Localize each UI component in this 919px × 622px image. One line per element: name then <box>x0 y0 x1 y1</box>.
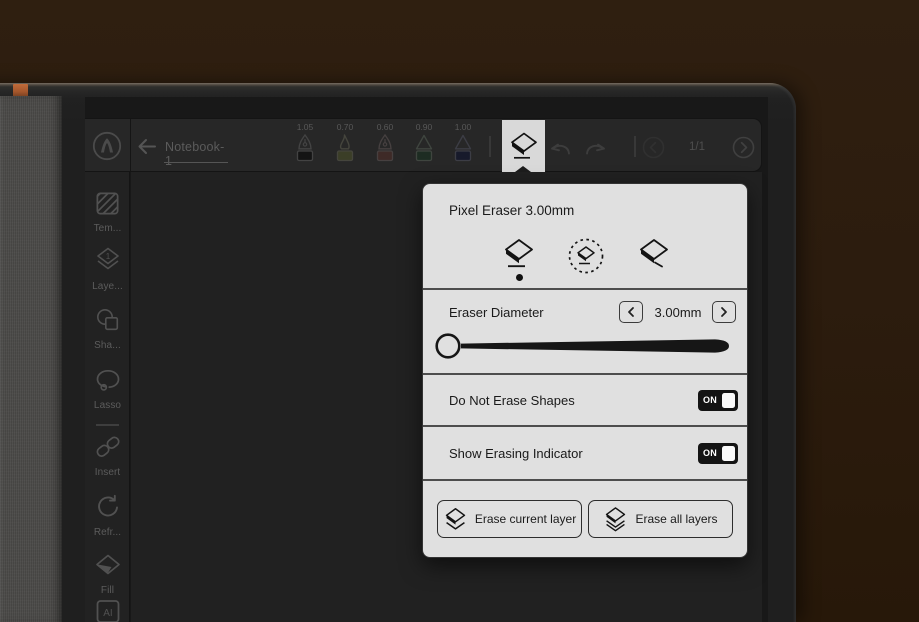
sidebar-item-label: Fill <box>85 585 130 596</box>
undo-button[interactable] <box>547 136 574 163</box>
panel-header: Pixel Eraser 3.00mm <box>449 203 574 218</box>
notebook-title[interactable]: Notebook-1 <box>165 140 229 168</box>
pen-tool-2[interactable]: 0.70 <box>328 122 362 170</box>
folio-spine <box>0 96 62 622</box>
insert-link-icon <box>94 433 122 461</box>
mode-region-eraser[interactable] <box>564 236 608 280</box>
template-icon <box>94 190 121 217</box>
sidebar-item-template[interactable]: Tem... <box>85 190 130 234</box>
sidebar-item-lasso[interactable]: Lasso <box>85 366 130 411</box>
pen-size-label: 1.05 <box>288 122 322 133</box>
svg-text:AI: AI <box>103 608 112 619</box>
fill-icon <box>94 553 122 579</box>
diameter-value: 3.00mm <box>645 305 711 320</box>
sidebar-item-label: Laye... <box>85 281 130 292</box>
shapes-icon <box>94 306 122 334</box>
sidebar-item-label: Insert <box>85 467 130 478</box>
photo-of-eink-tablet: Notebook-1 1.05 0.70 <box>0 0 919 622</box>
toggle-label: Do Not Erase Shapes <box>449 393 575 408</box>
toggle-knob <box>722 446 735 461</box>
eraser-diameter-section: Eraser Diameter 3.00mm <box>423 288 747 373</box>
show-erasing-indicator-row: Show Erasing Indicator ON <box>423 425 747 479</box>
pen-tool-4[interactable]: 0.90 <box>407 122 441 170</box>
show-erasing-indicator-toggle[interactable]: ON <box>698 443 738 464</box>
lasso-icon <box>94 366 122 394</box>
next-page-button[interactable] <box>732 136 755 164</box>
sidebar-item-layers[interactable]: 1 Laye... <box>85 246 130 292</box>
sidebar-item-shapes[interactable]: Sha... <box>85 306 130 351</box>
top-toolbar: Notebook-1 1.05 0.70 <box>85 118 762 172</box>
pixel-eraser-icon <box>502 236 536 272</box>
eraser-icon <box>509 130 539 162</box>
sidebar-item-refresh[interactable]: Refr... <box>85 493 130 538</box>
sidebar-item-label: Sha... <box>85 340 130 351</box>
erase-current-layer-button[interactable]: Erase current layer <box>437 500 582 538</box>
toggle-state: ON <box>703 395 717 405</box>
sidebar-divider <box>96 424 119 426</box>
toolbar-divider <box>130 119 131 171</box>
svg-text:1: 1 <box>105 252 110 261</box>
layer-actions-section: Erase current layer Erase all layers <box>423 479 747 557</box>
sidebar-item-insert[interactable]: Insert <box>85 433 130 478</box>
diameter-increase-button[interactable] <box>712 301 736 323</box>
layers-icon: 1 <box>94 246 122 275</box>
selected-mode-dot <box>516 274 523 281</box>
do-not-erase-shapes-toggle[interactable]: ON <box>698 390 738 411</box>
sidebar-item-label: Lasso <box>85 400 130 411</box>
diameter-label: Eraser Diameter <box>449 305 544 320</box>
eraser-mode-section: Pixel Eraser 3.00mm <box>423 184 747 288</box>
eraser-tool-selected[interactable] <box>502 120 545 172</box>
region-eraser-icon <box>566 236 606 276</box>
erase-current-layer-icon <box>443 506 468 533</box>
slider-track <box>461 339 729 352</box>
ai-icon: AI <box>94 599 122 622</box>
sidebar-item-ai[interactable]: AI <box>85 599 130 622</box>
toggle-state: ON <box>703 448 717 458</box>
toggle-knob <box>722 393 735 408</box>
slider-handle <box>437 335 460 358</box>
pen-size-label: 0.90 <box>407 122 441 133</box>
mode-stroke-eraser[interactable] <box>632 236 676 280</box>
button-label: Erase all layers <box>635 512 717 526</box>
brand-a-logo[interactable] <box>90 129 124 163</box>
sidebar-item-fill[interactable]: Fill <box>85 553 130 596</box>
eraser-settings-panel: Pixel Eraser 3.00mm <box>422 183 748 558</box>
sidebar-item-label: Refr... <box>85 527 130 538</box>
erase-all-layers-button[interactable]: Erase all layers <box>588 500 733 538</box>
toolbar-separator <box>489 136 491 157</box>
redo-button[interactable] <box>582 136 609 163</box>
pen-tool-5[interactable]: 1.00 <box>446 122 480 170</box>
pen-tool-1[interactable]: 1.05 <box>288 122 322 170</box>
pen-size-label: 0.70 <box>328 122 362 133</box>
pen-tool-3[interactable]: 0.60 <box>368 122 402 170</box>
diameter-slider[interactable] <box>433 330 739 367</box>
eink-screen: Notebook-1 1.05 0.70 <box>85 97 768 622</box>
back-button[interactable] <box>135 136 159 157</box>
toggle-label: Show Erasing Indicator <box>449 446 583 461</box>
erase-all-layers-icon <box>603 506 628 533</box>
title-underline <box>164 162 228 163</box>
page-indicator: 1/1 <box>677 141 717 153</box>
pen-size-label: 0.60 <box>368 122 402 133</box>
toolbar-separator <box>634 136 636 157</box>
do-not-erase-shapes-row: Do Not Erase Shapes ON <box>423 373 747 425</box>
prev-page-button[interactable] <box>642 136 665 164</box>
stroke-eraser-icon <box>637 236 671 272</box>
tablet-device-frame: Notebook-1 1.05 0.70 <box>0 83 796 622</box>
tool-sidebar: Tem... 1 Laye... Sha... <box>85 172 130 622</box>
button-label: Erase current layer <box>475 512 576 526</box>
sidebar-item-label: Tem... <box>85 223 130 234</box>
refresh-icon <box>94 493 122 521</box>
pen-size-label: 1.00 <box>446 122 480 133</box>
diameter-decrease-button[interactable] <box>619 301 643 323</box>
